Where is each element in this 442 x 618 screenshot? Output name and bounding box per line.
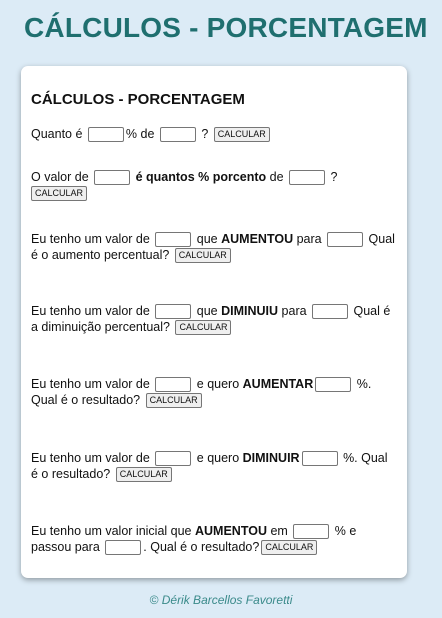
calc6-percent-input[interactable] xyxy=(301,451,338,467)
calc-percent-of: Quanto é % de ? CALCULAR xyxy=(31,126,397,143)
calc-increase-by: Eu tenho um valor de e quero AUMENTAR %.… xyxy=(31,376,397,409)
footer-credit: © Dérik Barcellos Favoretti xyxy=(149,593,293,607)
calc-decrease-by: Eu tenho um valor de e quero DIMINUIR %.… xyxy=(31,450,397,483)
card-title: CÁLCULOS - PORCENTAGEM xyxy=(31,91,245,108)
calc-increase-percent: Eu tenho um valor de que AUMENTOU para Q… xyxy=(31,231,397,264)
calc6-text-1: Eu tenho um valor de xyxy=(31,451,154,465)
calc2-text-4: ? xyxy=(327,170,338,184)
calc2-text-3: de xyxy=(266,170,288,184)
calc-initial-value: Eu tenho um valor inicial que AUMENTOU e… xyxy=(31,523,397,556)
calc3-calculate-button[interactable]: CALCULAR xyxy=(174,248,231,264)
calc3-text-3: AUMENTOU xyxy=(221,232,294,246)
calc7-calculate-button[interactable]: CALCULAR xyxy=(261,540,318,556)
calc5-percent-input[interactable] xyxy=(315,377,352,393)
calc3-text-1: Eu tenho um valor de xyxy=(31,232,154,246)
calc4-text-3: DIMINUIU xyxy=(221,304,279,318)
calc1-text-2: % de xyxy=(125,127,158,141)
calc6-text-3: DIMINUIR xyxy=(242,451,300,465)
calc1-calculate-button[interactable]: CALCULAR xyxy=(213,127,270,143)
calc5-value-input[interactable] xyxy=(155,377,192,393)
calc5-text-2: e quero xyxy=(193,377,243,391)
calc7-text-1: Eu tenho um valor inicial que xyxy=(31,524,195,538)
calc7-percent-input[interactable] xyxy=(293,524,330,540)
calc-what-percent: O valor de é quantos % porcento de ? CAL… xyxy=(31,169,397,202)
calc7-text-3: em xyxy=(266,524,292,538)
calc1-text-3: ? xyxy=(197,127,209,141)
calc3-final-input[interactable] xyxy=(327,232,364,248)
calc2-calculate-button[interactable]: CALCULAR xyxy=(31,186,88,202)
calc4-text-1: Eu tenho um valor de xyxy=(31,304,154,318)
calc5-calculate-button[interactable]: CALCULAR xyxy=(145,393,202,409)
calc6-calculate-button[interactable]: CALCULAR xyxy=(115,467,172,483)
calc4-text-4: para xyxy=(278,304,311,318)
calc1-text-1: Quanto é xyxy=(31,127,86,141)
calc3-text-2: que xyxy=(193,232,222,246)
calc6-text-2: e quero xyxy=(193,451,243,465)
calc3-initial-input[interactable] xyxy=(155,232,192,248)
calc5-text-1: Eu tenho um valor de xyxy=(31,377,154,391)
calc5-text-3: AUMENTAR xyxy=(242,377,314,391)
calc2-text-2: é quantos % porcento xyxy=(132,170,267,184)
calculator-card: CÁLCULOS - PORCENTAGEM Quanto é % de ? C… xyxy=(21,66,407,578)
calc-decrease-percent: Eu tenho um valor de que DIMINUIU para Q… xyxy=(31,303,397,336)
calc1-percent-input[interactable] xyxy=(87,127,124,143)
calc7-final-input[interactable] xyxy=(105,540,142,556)
calc4-calculate-button[interactable]: CALCULAR xyxy=(175,320,232,336)
calc7-text-2: AUMENTOU xyxy=(194,524,267,538)
calc4-text-2: que xyxy=(193,304,222,318)
calc3-text-4: para xyxy=(293,232,326,246)
calc2-value-input[interactable] xyxy=(94,170,131,186)
calc7-text-5: . Qual é o resultado? xyxy=(143,540,260,555)
page-title: CÁLCULOS - PORCENTAGEM xyxy=(24,12,428,43)
calc6-value-input[interactable] xyxy=(155,451,192,467)
calc4-initial-input[interactable] xyxy=(155,304,192,320)
calc2-total-input[interactable] xyxy=(289,170,326,186)
calc4-final-input[interactable] xyxy=(312,304,349,320)
calc2-text-1: O valor de xyxy=(31,170,93,184)
calc1-value-input[interactable] xyxy=(159,127,196,143)
